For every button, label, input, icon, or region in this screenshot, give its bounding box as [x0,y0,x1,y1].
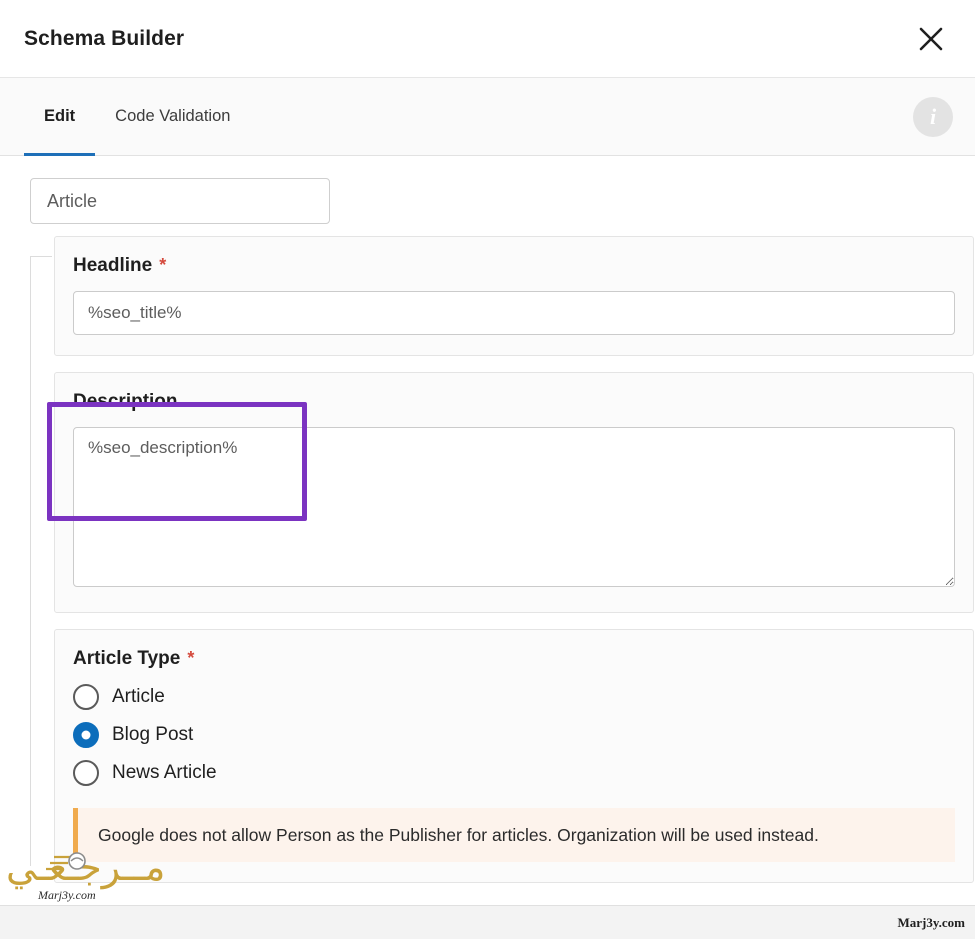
modal-body: Headline * Description Article Type * Ar… [0,156,975,939]
tab-edit[interactable]: Edit [24,78,96,156]
description-card: Description [54,372,974,613]
close-icon [916,24,946,54]
schema-type-field[interactable] [30,178,330,224]
radio-icon-blog-post[interactable] [73,722,99,748]
radio-icon-article[interactable] [73,684,99,710]
publisher-notice: Google does not allow Person as the Publ… [73,808,955,863]
tab-code-validation-label: Code Validation [115,107,231,125]
headline-label: Headline [73,255,153,276]
footer-url: Marj3y.com [897,914,965,930]
headline-input[interactable] [73,291,955,335]
tree-rail-1 [30,256,52,484]
radio-option-blog-post[interactable]: Blog Post [73,722,955,748]
description-textarea[interactable] [73,427,955,587]
schema-type-input[interactable] [47,179,313,223]
description-label-row: Description [73,391,955,413]
tab-edit-label: Edit [44,107,76,125]
info-icon[interactable]: i [913,96,953,137]
footer-strip: Marj3y.com [0,905,975,939]
tab-bar: Edit Code Validation i [0,78,975,156]
article-type-label: Article Type [73,648,181,669]
radio-label-news-article: News Article [112,762,217,783]
article-type-card: Article Type * Article Blog Post News Ar… [54,629,974,884]
tree-rail-3 [30,576,52,866]
headline-required-marker: * [159,255,167,275]
article-type-required-marker: * [187,648,195,668]
description-label: Description [73,391,178,412]
radio-option-news-article[interactable]: News Article [73,760,955,786]
headline-card: Headline * [54,236,974,356]
info-icon-glyph: i [929,103,937,129]
radio-label-blog-post: Blog Post [112,724,194,745]
radio-option-article[interactable]: Article [73,684,955,710]
headline-label-row: Headline * [73,255,955,277]
tree-rail-2 [30,484,52,576]
modal-header: Schema Builder [0,0,975,78]
article-type-label-row: Article Type * [73,648,955,670]
page-title: Schema Builder [24,26,185,50]
tab-code-validation[interactable]: Code Validation [95,78,250,155]
close-button[interactable] [911,19,951,59]
radio-icon-news-article[interactable] [73,760,99,786]
radio-label-article: Article [112,686,165,707]
field-card-list: Headline * Description Article Type * Ar… [0,236,974,884]
